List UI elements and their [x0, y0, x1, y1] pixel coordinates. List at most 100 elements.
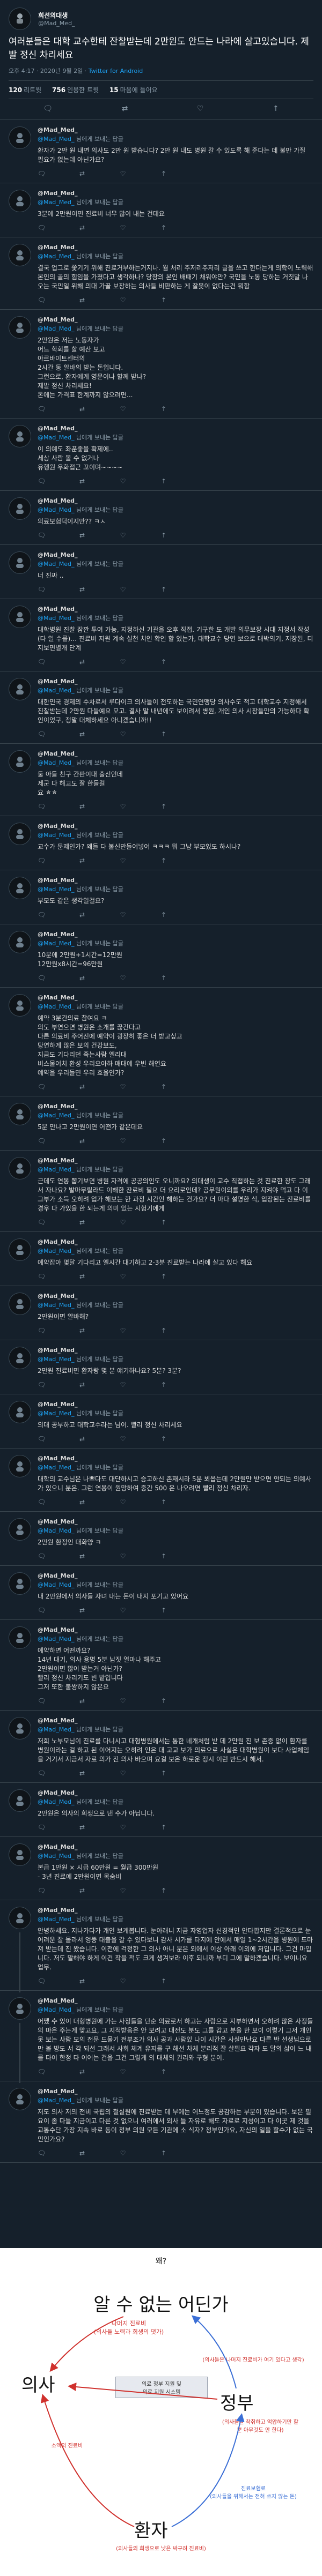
share-icon[interactable]: ↑ [160, 911, 167, 919]
retweet-icon[interactable]: ⇄ [78, 296, 86, 304]
like-icon[interactable]: ♡ [119, 658, 127, 666]
reply-tweet[interactable]: @Mad_Med_ @Mad_Med_ 님에게 보내는 답글 저희 노부모님이 진료… [0, 1711, 322, 1783]
reply-author-name[interactable]: @Mad_Med_ [38, 316, 78, 323]
avatar[interactable] [9, 551, 31, 574]
reply-tweet[interactable]: @Mad_Med_ @Mad_Med_ 님에게 보내는 답글 결국 업그로 쫓기기 … [0, 237, 322, 310]
share-icon[interactable]: ↑ [160, 658, 167, 666]
reply-to-handle[interactable]: @Mad_Med_ [38, 1166, 74, 1173]
reply-to-handle[interactable]: @Mad_Med_ [38, 1581, 74, 1588]
retweet-icon[interactable]: ⇄ [122, 104, 128, 113]
reply-icon[interactable]: 🗨 [38, 1887, 46, 1894]
retweet-icon[interactable]: ⇄ [78, 1769, 86, 1777]
retweet-icon[interactable]: ⇄ [78, 658, 86, 666]
reply-to-handle[interactable]: @Mad_Med_ [38, 1248, 74, 1255]
reply-icon[interactable]: 🗨 [38, 803, 46, 810]
retweet-icon[interactable]: ⇄ [78, 2068, 86, 2075]
avatar[interactable] [9, 678, 31, 700]
retweet-icon[interactable]: ⇄ [78, 1083, 86, 1091]
reply-author-name[interactable]: @Mad_Med_ [38, 1238, 78, 1245]
reply-icon[interactable]: 🗨 [38, 974, 46, 982]
reply-author-name[interactable]: @Mad_Med_ [38, 2088, 78, 2095]
stat-quotes[interactable]: 756 인용한 트윗 [52, 86, 99, 94]
avatar[interactable] [9, 2088, 31, 2110]
reply-author-name[interactable]: @Mad_Med_ [38, 1518, 78, 1525]
reply-tweet[interactable]: @Mad_Med_ @Mad_Med_ 님에게 보내는 답글 교수가 문제인가? 왜… [0, 816, 322, 870]
avatar[interactable] [9, 1572, 31, 1595]
reply-to-handle[interactable]: @Mad_Med_ [38, 886, 74, 893]
reply-to-handle[interactable]: @Mad_Med_ [38, 687, 74, 694]
reply-tweet[interactable]: @Mad_Med_ @Mad_Med_ 님에게 보내는 답글 안녕하세요. 지나가다… [0, 1900, 322, 1992]
tweet-source-link[interactable]: Twitter for Android [89, 68, 143, 74]
avatar[interactable] [9, 190, 31, 212]
reply-to-handle[interactable]: @Mad_Med_ [38, 832, 74, 839]
avatar[interactable] [9, 1843, 31, 1866]
avatar[interactable] [9, 126, 31, 149]
retweet-icon[interactable]: ⇄ [78, 2149, 86, 2157]
reply-author-name[interactable]: @Mad_Med_ [38, 606, 78, 613]
retweet-icon[interactable]: ⇄ [78, 730, 86, 738]
reply-author-name[interactable]: @Mad_Med_ [38, 678, 78, 685]
retweet-icon[interactable]: ⇄ [78, 1607, 86, 1614]
share-icon[interactable]: ↑ [160, 1824, 167, 1831]
reply-icon[interactable]: 🗨 [38, 1498, 46, 1506]
like-icon[interactable]: ♡ [197, 104, 204, 113]
reply-to-handle[interactable]: @Mad_Med_ [38, 2006, 74, 2013]
reply-tweet[interactable]: @Mad_Med_ @Mad_Med_ 님에게 보내는 답글 대학병원 진찰 잠깐 … [0, 599, 322, 671]
like-icon[interactable]: ♡ [119, 2068, 127, 2075]
share-icon[interactable]: ↑ [160, 1498, 167, 1506]
retweet-icon[interactable]: ⇄ [78, 477, 86, 485]
reply-to-handle[interactable]: @Mad_Med_ [38, 1916, 74, 1923]
share-icon[interactable]: ↑ [160, 1697, 167, 1705]
author-handle[interactable]: @Mad_Med_ [38, 20, 75, 27]
like-icon[interactable]: ♡ [119, 1273, 127, 1280]
share-icon[interactable]: ↑ [160, 1607, 167, 1614]
reply-icon[interactable]: 🗨 [38, 586, 46, 593]
reply-icon[interactable]: 🗨 [38, 170, 46, 177]
reply-to-handle[interactable]: @Mad_Med_ [38, 1853, 74, 1860]
like-icon[interactable]: ♡ [119, 803, 127, 810]
like-icon[interactable]: ♡ [119, 532, 127, 539]
reply-icon[interactable]: 🗨 [38, 405, 46, 413]
reply-icon[interactable]: 🗨 [38, 730, 46, 738]
like-icon[interactable]: ♡ [119, 224, 127, 232]
share-icon[interactable]: ↑ [160, 296, 167, 304]
retweet-icon[interactable]: ⇄ [78, 1137, 86, 1145]
reply-tweet[interactable]: @Mad_Med_ @Mad_Med_ 님에게 보내는 답글 예약 3분간의료 참여… [0, 988, 322, 1096]
reply-author-name[interactable]: @Mad_Med_ [38, 1789, 78, 1796]
avatar[interactable] [9, 1293, 31, 1315]
share-icon[interactable]: ↑ [160, 2149, 167, 2157]
avatar[interactable] [9, 1401, 31, 1423]
author-name[interactable]: 희선의대생 [38, 11, 75, 20]
reply-icon[interactable]: 🗨 [38, 532, 46, 539]
avatar[interactable] [9, 497, 31, 520]
reply-author-name[interactable]: @Mad_Med_ [38, 1572, 78, 1579]
reply-tweet[interactable]: @Mad_Med_ @Mad_Med_ 님에게 보내는 답글 너 진짜 .. 🗨 ⇄ ♡ ↑ [0, 545, 322, 599]
retweet-icon[interactable]: ⇄ [78, 1435, 86, 1443]
like-icon[interactable]: ♡ [119, 1769, 127, 1777]
share-icon[interactable]: ↑ [160, 1887, 167, 1894]
like-icon[interactable]: ♡ [119, 911, 127, 919]
stat-likes[interactable]: 15 마음에 들어요 [109, 86, 158, 94]
reply-tweet[interactable]: @Mad_Med_ @Mad_Med_ 님에게 보내는 답글 예약하면 어떤까요? … [0, 1620, 322, 1711]
reply-to-handle[interactable]: @Mad_Med_ [38, 1302, 74, 1309]
reply-to-handle[interactable]: @Mad_Med_ [38, 434, 74, 441]
retweet-icon[interactable]: ⇄ [78, 1381, 86, 1388]
avatar[interactable] [9, 994, 31, 1017]
avatar[interactable] [9, 823, 31, 845]
avatar[interactable] [9, 1997, 31, 2020]
reply-to-handle[interactable]: @Mad_Med_ [38, 2097, 74, 2104]
retweet-icon[interactable]: ⇄ [78, 1977, 86, 1985]
like-icon[interactable]: ♡ [119, 1607, 127, 1614]
share-icon[interactable]: ↑ [160, 1552, 167, 1560]
retweet-icon[interactable]: ⇄ [78, 586, 86, 593]
reply-to-handle[interactable]: @Mad_Med_ [38, 1464, 74, 1471]
reply-to-handle[interactable]: @Mad_Med_ [38, 199, 74, 206]
like-icon[interactable]: ♡ [119, 1083, 127, 1091]
avatar[interactable] [9, 425, 31, 447]
retweet-icon[interactable]: ⇄ [78, 170, 86, 177]
reply-icon[interactable]: 🗨 [38, 1769, 46, 1777]
reply-author-name[interactable]: @Mad_Med_ [38, 1907, 78, 1914]
avatar[interactable] [9, 877, 31, 899]
reply-tweet[interactable]: @Mad_Med_ @Mad_Med_ 님에게 보내는 답글 3분에 2만원이면 진… [0, 183, 322, 237]
reply-author-name[interactable]: @Mad_Med_ [38, 1717, 78, 1724]
